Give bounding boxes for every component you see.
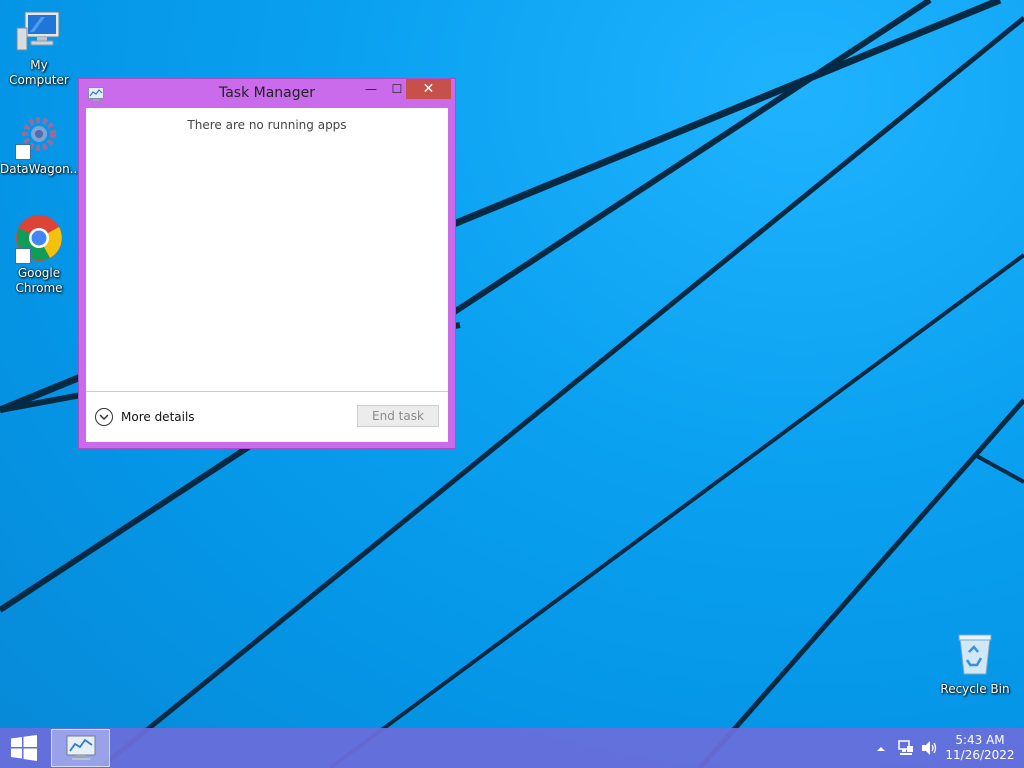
computer-icon <box>15 6 63 54</box>
recycle-bin-icon <box>951 630 999 678</box>
chevron-up-icon[interactable] <box>876 742 886 756</box>
window-titlebar[interactable]: Task Manager — ☐ ✕ <box>79 79 455 108</box>
clock-time: 5:43 AM <box>955 733 1005 747</box>
desktop-icon-label: My Computer <box>9 58 69 87</box>
close-button[interactable]: ✕ <box>406 79 451 99</box>
chevron-down-icon <box>95 408 113 426</box>
gear-icon <box>15 110 63 160</box>
volume-icon[interactable] <box>921 740 939 759</box>
chrome-icon <box>15 214 63 264</box>
window-content: There are no running apps More details E… <box>86 108 448 442</box>
start-button[interactable] <box>0 728 48 768</box>
taskbar-item-task-manager[interactable] <box>51 729 110 767</box>
desktop[interactable]: My Computer DataWagon... Google Chrome R… <box>0 0 1024 768</box>
taskbar: 5:43 AM 11/26/2022 <box>0 728 1024 768</box>
window-footer: More details End task <box>86 391 448 442</box>
clock[interactable]: 5:43 AM 11/26/2022 <box>940 733 1020 763</box>
shortcut-arrow-icon <box>15 248 31 264</box>
more-details-button[interactable]: More details <box>95 407 195 427</box>
desktop-icon-recycle-bin[interactable]: Recycle Bin <box>936 630 1014 697</box>
desktop-icon-google-chrome[interactable]: Google Chrome <box>0 214 78 296</box>
more-details-label: More details <box>121 410 195 424</box>
shortcut-arrow-icon <box>15 144 31 160</box>
empty-apps-message: There are no running apps <box>187 118 347 132</box>
clock-date: 11/26/2022 <box>945 748 1015 762</box>
minimize-button[interactable]: — <box>358 79 384 99</box>
end-task-button[interactable]: End task <box>357 405 439 427</box>
windows-logo-icon <box>11 735 37 761</box>
task-manager-window[interactable]: Task Manager — ☐ ✕ There are no running … <box>78 78 456 449</box>
network-icon[interactable] <box>898 740 914 759</box>
desktop-icon-label: DataWagon... <box>0 162 82 176</box>
task-manager-icon <box>66 735 95 760</box>
desktop-icon-label: Recycle Bin <box>940 682 1010 696</box>
desktop-icon-label: Google Chrome <box>15 266 63 295</box>
desktop-icon-datawagon[interactable]: DataWagon... <box>0 110 82 177</box>
desktop-icon-my-computer[interactable]: My Computer <box>0 6 78 88</box>
